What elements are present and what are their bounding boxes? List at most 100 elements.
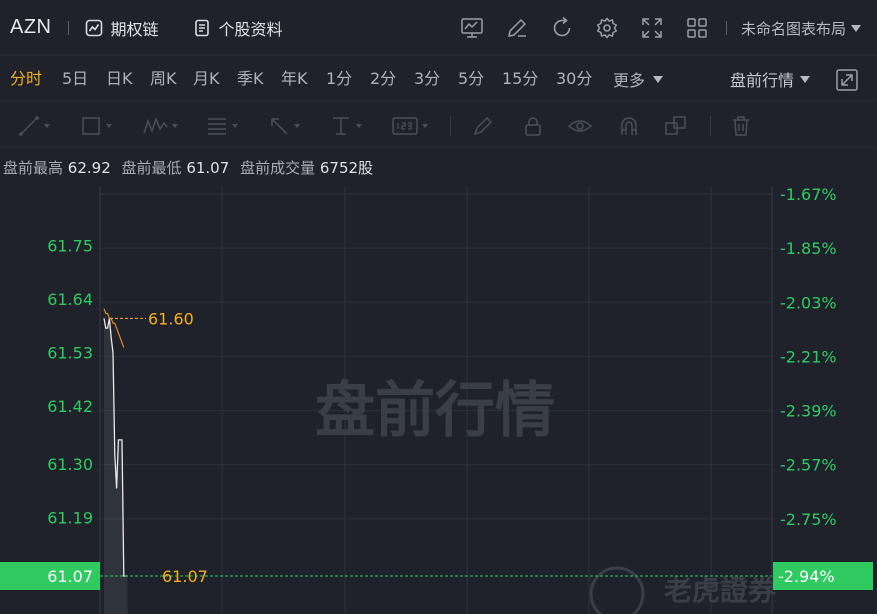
indicator-icon[interactable] <box>459 15 485 41</box>
caret-down-icon <box>44 124 50 128</box>
edit-icon[interactable] <box>504 15 530 41</box>
top-bar: AZN 期权链 个股资料 未命名图表布局 <box>0 0 877 56</box>
fibonacci-icon <box>208 118 226 135</box>
price-axis-tick: 61.64 <box>47 290 93 309</box>
current-percent-badge-text: -2.94% <box>778 567 835 586</box>
premarket-low-label: 盘前最低 <box>121 159 182 177</box>
caret-down-icon <box>294 124 300 128</box>
premarket-high-label: 盘前最高 <box>3 159 64 177</box>
rectangle-icon <box>82 117 100 135</box>
stock-profile-label: 个股资料 <box>218 19 283 39</box>
stock-profile-button[interactable]: 个股资料 <box>193 16 283 40</box>
period-tab[interactable]: 3分 <box>414 57 440 101</box>
period-tab[interactable]: 15分 <box>502 57 538 101</box>
visibility-tool[interactable] <box>568 115 592 137</box>
measure-tool[interactable] <box>330 115 362 137</box>
premarket-high-value: 62.92 <box>67 159 111 177</box>
arrow-icon <box>271 118 288 135</box>
caret-down-icon <box>172 124 178 128</box>
price-axis-tick: 61.19 <box>47 509 93 528</box>
stock-symbol[interactable]: AZN <box>10 16 52 39</box>
premarket-low-value: 61.07 <box>186 159 230 177</box>
period-tab[interactable]: 5日 <box>62 57 88 101</box>
document-icon <box>194 19 209 36</box>
more-periods-dropdown[interactable]: 更多 <box>613 57 664 101</box>
wave-icon <box>143 116 168 134</box>
divider <box>710 116 711 136</box>
premarket-volume-label: 盘前成交量 <box>240 159 316 177</box>
divider <box>450 116 451 136</box>
watermark: 盘前行情 <box>315 376 555 446</box>
delete-tool[interactable] <box>730 115 752 137</box>
fullscreen-icon[interactable] <box>639 15 665 41</box>
percent-axis-tick: -2.21% <box>780 347 837 366</box>
caret-down-icon <box>653 75 664 83</box>
price-axis-tick: 61.75 <box>47 236 93 255</box>
session-label: 盘前行情 <box>730 71 795 90</box>
percent-axis-tick: -2.75% <box>780 510 837 529</box>
divider <box>725 21 727 35</box>
period-tab[interactable]: 年K <box>281 57 308 101</box>
period-tab[interactable]: 30分 <box>556 57 592 101</box>
layout-select[interactable]: 未命名图表布局 <box>741 18 861 39</box>
options-chain-button[interactable]: 期权链 <box>85 16 159 40</box>
session-dropdown[interactable]: 盘前行情 <box>730 57 811 101</box>
percent-axis-tick: -2.03% <box>780 293 837 312</box>
price-axis-tick: 61.53 <box>47 343 93 362</box>
price-axis-tick: 61.42 <box>47 397 93 416</box>
tiger-logo-icon <box>589 566 645 614</box>
premarket-info: 盘前最高 62.92 盘前最低 61.07 盘前成交量 6752股 <box>3 157 379 178</box>
trend-line-icon <box>19 116 39 136</box>
price-axis-tick: 61.30 <box>47 455 93 474</box>
caret-down-icon <box>106 124 112 128</box>
arrow-tool[interactable] <box>268 115 300 137</box>
options-chain-label: 期权链 <box>110 19 159 39</box>
refresh-icon[interactable] <box>549 15 575 41</box>
expand-icon[interactable] <box>836 69 858 91</box>
chart-box-icon <box>85 19 102 36</box>
period-tab[interactable]: 2分 <box>370 57 396 101</box>
period-tab[interactable]: 1分 <box>326 57 352 101</box>
layers-tool[interactable] <box>664 115 688 137</box>
percent-axis-tick: -2.39% <box>780 402 837 421</box>
line-tool[interactable] <box>18 115 50 137</box>
magnet-icon <box>621 117 637 135</box>
top-right-tools: 未命名图表布局 <box>440 0 861 56</box>
period-tab[interactable]: 季K <box>237 57 264 101</box>
percent-axis-tick: -2.57% <box>780 456 837 475</box>
number-box-icon <box>392 117 418 135</box>
current-price-badge-text: 61.07 <box>47 567 93 586</box>
gear-icon[interactable] <box>594 15 620 41</box>
fib-tool[interactable] <box>206 115 238 137</box>
period-tab[interactable]: 分时 <box>10 57 42 101</box>
broker-logo: 老虎證券 <box>589 566 777 614</box>
reference-price-label: 61.60 <box>148 309 194 328</box>
magnet-tool[interactable] <box>618 115 640 137</box>
premarket-volume-value: 6752股 <box>319 159 374 177</box>
rectangle-tool[interactable] <box>80 115 112 137</box>
grid-layout-icon[interactable] <box>684 15 710 41</box>
trash-icon <box>733 116 749 136</box>
divider <box>67 20 69 35</box>
measure-icon <box>333 117 349 135</box>
more-label: 更多 <box>613 71 646 90</box>
drawing-toolbar <box>0 102 877 148</box>
wave-tool[interactable] <box>142 115 178 137</box>
period-tab[interactable]: 周K <box>150 57 177 101</box>
percent-axis-tick: -1.85% <box>780 239 837 258</box>
lock-icon <box>525 117 541 136</box>
brush-tool[interactable] <box>472 115 494 137</box>
caret-down-icon <box>851 24 861 32</box>
logo-text: 老虎證券 <box>664 574 777 607</box>
caret-down-icon <box>422 124 428 128</box>
period-tab[interactable]: 月K <box>193 57 220 101</box>
number-tool[interactable] <box>392 115 428 137</box>
lock-tool[interactable] <box>522 115 544 137</box>
period-tab[interactable]: 日K <box>106 57 133 101</box>
brush-icon <box>473 116 493 136</box>
current-price-inline-label: 61.07 <box>162 567 208 586</box>
period-tab[interactable]: 5分 <box>458 57 484 101</box>
intraday-chart[interactable]: 盘前行情 老虎證券 61.75 61.64 61.53 61.42 61.30 61.19… <box>0 186 877 614</box>
layout-name: 未命名图表布局 <box>740 19 846 38</box>
period-bar: 分时 5日 日K 周K 月K 季K 年K 1分 2分 3分 5分 15分 30分… <box>0 57 877 101</box>
